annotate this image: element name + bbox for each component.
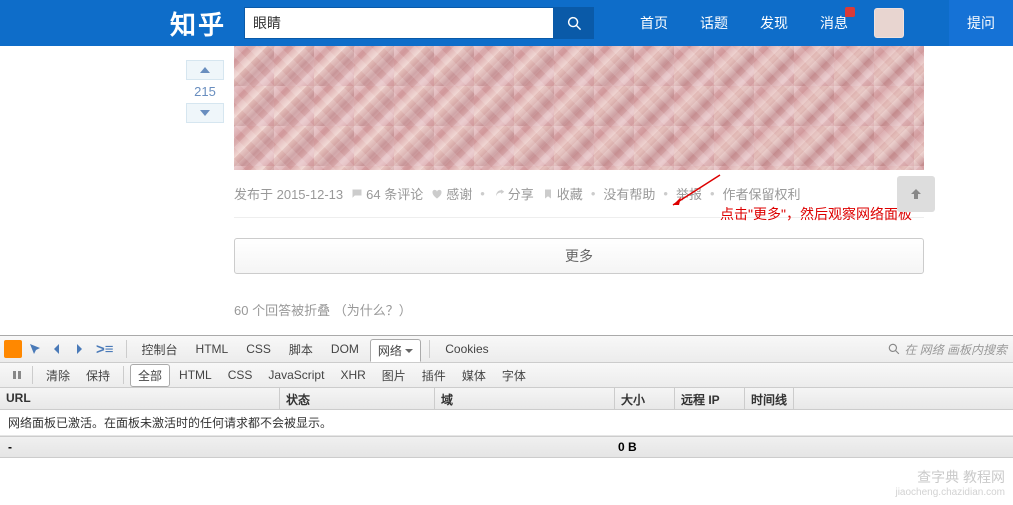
- more-button[interactable]: 更多: [234, 238, 924, 274]
- arrow-up-icon: [908, 186, 924, 202]
- filter-xhr-button[interactable]: XHR: [333, 366, 372, 384]
- vote-widget: 215: [186, 60, 224, 123]
- tab-html[interactable]: HTML: [189, 340, 236, 358]
- persist-button[interactable]: 保持: [79, 365, 117, 386]
- watermark: 查字典 教程网 jiaocheng.chazidian.com: [895, 468, 1005, 499]
- bookmark-icon: [542, 188, 554, 200]
- nav-discover[interactable]: 发现: [744, 0, 804, 46]
- nav: 首页 话题 发现 消息: [624, 0, 864, 46]
- header-status[interactable]: 状态: [280, 388, 435, 409]
- chevron-down-icon: [200, 110, 210, 116]
- header-domain[interactable]: 域: [435, 388, 615, 409]
- nav-messages[interactable]: 消息: [804, 0, 864, 46]
- tab-dom[interactable]: DOM: [324, 340, 366, 358]
- nav-home[interactable]: 首页: [624, 0, 684, 46]
- share-icon: [493, 188, 505, 200]
- search-icon: [888, 343, 900, 355]
- console-toggle[interactable]: >≡: [92, 341, 118, 358]
- search-input[interactable]: [244, 7, 554, 39]
- search-box: [244, 7, 594, 39]
- collapsed-text: 60 个回答被折叠: [234, 303, 334, 318]
- filter-img-button[interactable]: 图片: [375, 365, 413, 386]
- filter-media-button[interactable]: 媒体: [455, 365, 493, 386]
- header-url[interactable]: URL: [0, 388, 280, 409]
- filter-plugin-button[interactable]: 插件: [415, 365, 453, 386]
- main-content: 215 发布于 2015-12-13 64 条评论 感谢 • 分享 收藏 • 没…: [0, 46, 1013, 319]
- pause-button[interactable]: [8, 366, 26, 384]
- tab-script[interactable]: 脚本: [282, 339, 320, 360]
- header-timeline[interactable]: 时间线: [745, 388, 794, 409]
- tab-css[interactable]: CSS: [239, 340, 278, 358]
- tab-console[interactable]: 控制台: [135, 339, 185, 360]
- network-totals-row: - 0 B: [0, 436, 1013, 458]
- avatar[interactable]: [874, 8, 904, 38]
- header-size[interactable]: 大小: [615, 388, 675, 409]
- devtools-search[interactable]: 在 网络 画板内搜索: [888, 341, 1013, 358]
- ask-button[interactable]: 提问: [949, 0, 1013, 46]
- answer-post: 发布于 2015-12-13 64 条评论 感谢 • 分享 收藏 • 没有帮助 …: [234, 46, 924, 319]
- scroll-top-button[interactable]: [897, 176, 935, 212]
- nav-forward-button[interactable]: [70, 340, 88, 358]
- devtools-toolbar: >≡ 控制台 HTML CSS 脚本 DOM 网络 Cookies 在 网络 画…: [0, 336, 1013, 363]
- clear-button[interactable]: 清除: [39, 365, 77, 386]
- chevron-left-icon: [52, 344, 62, 354]
- collapsed-answers: 60 个回答被折叠 （为什么？）: [234, 300, 924, 319]
- top-navbar: 知乎 首页 话题 发现 消息 提问: [0, 0, 1013, 46]
- chevron-up-icon: [200, 67, 210, 73]
- search-button[interactable]: [554, 7, 594, 39]
- downvote-button[interactable]: [186, 103, 224, 123]
- favorite-link[interactable]: 收藏: [542, 184, 583, 203]
- total-size: 0 B: [618, 440, 637, 454]
- upvote-button[interactable]: [186, 60, 224, 80]
- comment-icon: [351, 188, 363, 200]
- search-icon: [567, 16, 582, 31]
- tab-cookies[interactable]: Cookies: [438, 340, 495, 358]
- network-activated-message: 网络面板已激活。在面板未激活时的任何请求都不会被显示。: [0, 410, 1013, 436]
- nohelp-link[interactable]: 没有帮助: [603, 184, 655, 203]
- rights-text: 作者保留权利: [723, 184, 801, 203]
- vote-count: 215: [186, 80, 224, 103]
- heart-icon: [431, 188, 443, 200]
- devtools-panel: >≡ 控制台 HTML CSS 脚本 DOM 网络 Cookies 在 网络 画…: [0, 335, 1013, 505]
- inspect-button[interactable]: [26, 340, 44, 358]
- total-dash: -: [8, 440, 12, 454]
- filter-css-button[interactable]: CSS: [221, 366, 260, 384]
- dropdown-icon: [405, 347, 413, 355]
- filter-font-button[interactable]: 字体: [495, 365, 533, 386]
- why-link[interactable]: （为什么？）: [334, 303, 412, 318]
- filter-js-button[interactable]: JavaScript: [261, 366, 331, 384]
- notification-badge: [845, 7, 855, 17]
- share-link[interactable]: 分享: [493, 184, 534, 203]
- answer-image[interactable]: [234, 46, 924, 170]
- tab-network[interactable]: 网络: [370, 339, 421, 362]
- network-table-header: URL 状态 域 大小 远程 IP 时间线: [0, 388, 1013, 410]
- thanks-link[interactable]: 感谢: [431, 184, 472, 203]
- comments-link[interactable]: 64 条评论: [351, 184, 423, 203]
- logo[interactable]: 知乎: [170, 5, 226, 42]
- nav-back-button[interactable]: [48, 340, 66, 358]
- posted-date: 发布于 2015-12-13: [234, 184, 343, 203]
- firebug-icon[interactable]: [4, 340, 22, 358]
- filter-html-button[interactable]: HTML: [172, 366, 219, 384]
- annotation-text: 点击"更多"，然后观察网络面板: [720, 204, 912, 224]
- header-remote[interactable]: 远程 IP: [675, 388, 745, 409]
- devtools-filter-bar: 清除 保持 全部 HTML CSS JavaScript XHR 图片 插件 媒…: [0, 363, 1013, 388]
- filter-all-button[interactable]: 全部: [130, 364, 170, 387]
- chevron-right-icon: [74, 344, 84, 354]
- nav-topics[interactable]: 话题: [684, 0, 744, 46]
- annotation-arrow: [665, 170, 725, 210]
